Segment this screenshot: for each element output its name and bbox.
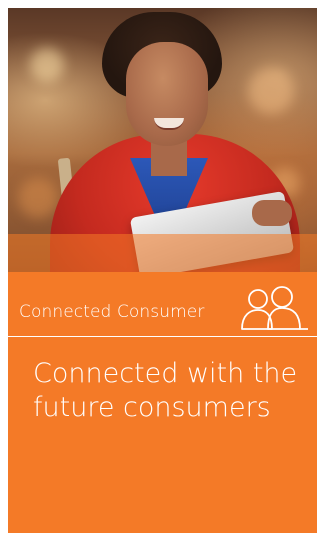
- bokeh-light: [18, 178, 58, 218]
- hand: [252, 200, 292, 226]
- headline: Connected with the future consumers: [33, 358, 298, 423]
- face: [126, 42, 208, 146]
- divider: [8, 336, 317, 337]
- people-icon: [241, 286, 308, 330]
- bokeh-light: [30, 48, 64, 82]
- content-card[interactable]: Connected Consumer Connected with the fu…: [8, 8, 317, 533]
- photo-tint-strip: [8, 234, 317, 272]
- bokeh-light: [248, 68, 294, 114]
- category-row: Connected Consumer: [8, 272, 317, 336]
- category-label: Connected Consumer: [19, 302, 205, 322]
- hero-image: [8, 8, 317, 272]
